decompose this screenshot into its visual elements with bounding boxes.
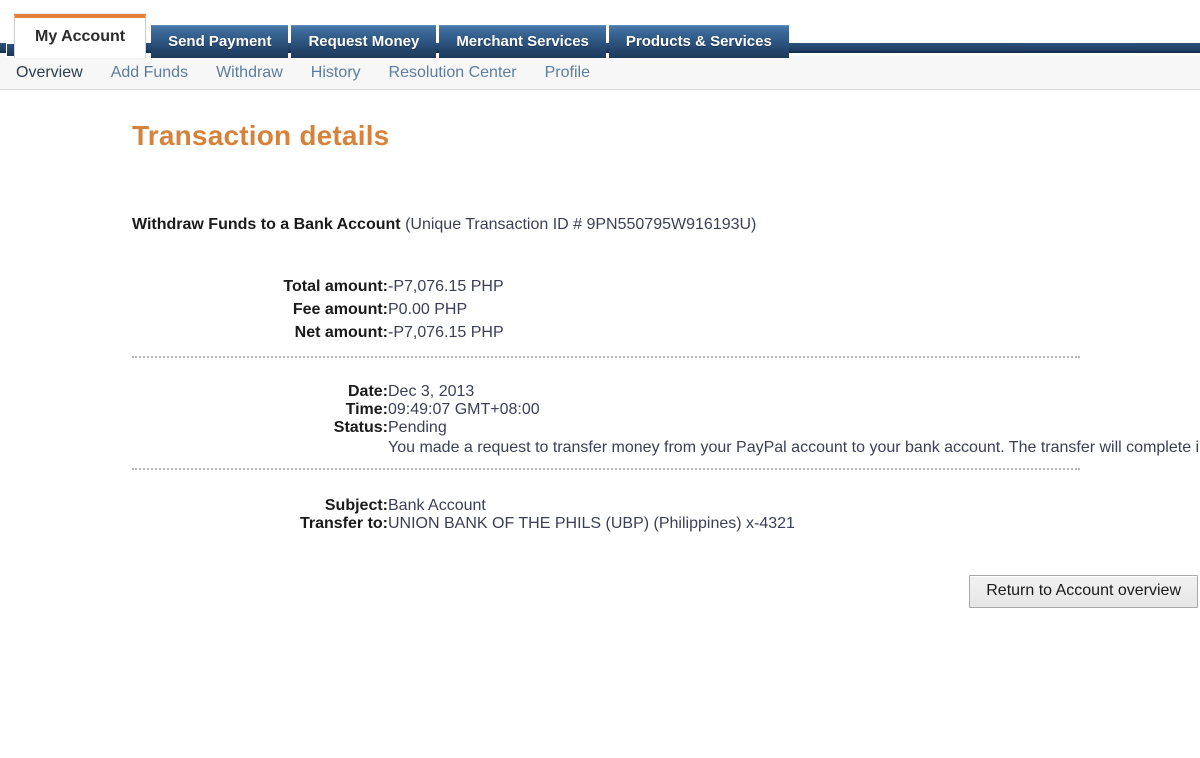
return-to-account-overview-button[interactable]: Return to Account overview [969,575,1198,608]
transaction-header: Withdraw Funds to a Bank Account (Unique… [132,216,1200,234]
row-status: Status: Pending You made a request to tr… [250,419,1200,458]
status-value-cell: Pending You made a request to transfer m… [388,419,1200,458]
transaction-id: (Unique Transaction ID # 9PN550795W91619… [405,216,757,233]
footer-actions: Return to Account overview [132,575,1198,608]
row-fee-amount: Fee amount: P0.00 PHP [250,301,1080,324]
subnav-item-withdraw[interactable]: Withdraw [216,64,283,82]
subject-value: Bank Account [388,497,486,514]
date-label: Date: [347,383,388,400]
tab-request-money[interactable]: Request Money [291,25,437,58]
section-divider-2 [132,468,1080,471]
net-amount-label: Net amount: [294,324,388,341]
primary-tab-bar: My Account Send Payment Request Money Me… [0,0,1200,58]
page-title: Transaction details [132,120,390,151]
tab-products-and-services[interactable]: Products & Services [608,25,789,58]
primary-tabs: My Account Send Payment Request Money Me… [14,14,792,58]
fee-amount-label: Fee amount: [292,301,388,318]
total-amount-label: Total amount: [283,278,388,295]
row-subject: Subject: Bank Account [250,497,1080,515]
time-value: 09:49:07 GMT+08:00 [388,401,540,418]
time-label: Time: [345,401,388,418]
date-value: Dec 3, 2013 [388,383,475,400]
subnav-item-overview[interactable]: Overview [16,64,83,82]
fee-amount-value: P0.00 PHP [388,301,468,318]
subnav-item-add-funds[interactable]: Add Funds [111,64,188,82]
tab-products-and-services-label: Products & Services [625,33,772,50]
subnav-item-resolution-center[interactable]: Resolution Center [389,64,517,82]
tab-send-payment[interactable]: Send Payment [151,25,289,58]
subject-label: Subject: [324,497,388,514]
divider-row-two [132,458,1080,497]
section-divider-1 [132,356,1080,359]
subnav-item-profile[interactable]: Profile [545,64,590,82]
status-label: Status: [333,419,388,436]
secondary-navigation: Overview Add Funds Withdraw History Reso… [0,56,1200,90]
status-description: You made a request to transfer money fro… [388,439,1200,456]
row-date: Date: Dec 3, 2013 [250,383,1080,401]
divider-row-one [132,347,1080,383]
tab-request-money-label: Request Money [308,33,420,50]
tab-my-account-label: My Account [35,28,126,45]
main-content: Transaction details Withdraw Funds to a … [0,90,1200,608]
transaction-details-table: Total amount: -P7,076.15 PHP Fee amount:… [132,278,1200,533]
tab-send-payment-label: Send Payment [168,33,272,50]
subnav-item-history[interactable]: History [311,64,361,82]
net-amount-value: -P7,076.15 PHP [388,324,504,341]
row-time: Time: 09:49:07 GMT+08:00 [250,401,1080,419]
transfer-to-label: Transfer to: [299,515,388,532]
row-transfer-to: Transfer to: UNION BANK OF THE PHILS (UB… [250,515,1080,533]
total-amount-value: -P7,076.15 PHP [388,278,504,295]
tab-merchant-services-label: Merchant Services [456,33,589,50]
transaction-type: Withdraw Funds to a Bank Account [132,216,401,233]
tab-my-account[interactable]: My Account [14,14,147,58]
row-total-amount: Total amount: -P7,076.15 PHP [250,278,1080,301]
status-badge: Pending [388,419,447,436]
transfer-to-value: UNION BANK OF THE PHILS (UBP) (Philippin… [388,515,795,532]
tab-merchant-services[interactable]: Merchant Services [439,25,606,58]
row-net-amount: Net amount: -P7,076.15 PHP [250,324,1080,347]
